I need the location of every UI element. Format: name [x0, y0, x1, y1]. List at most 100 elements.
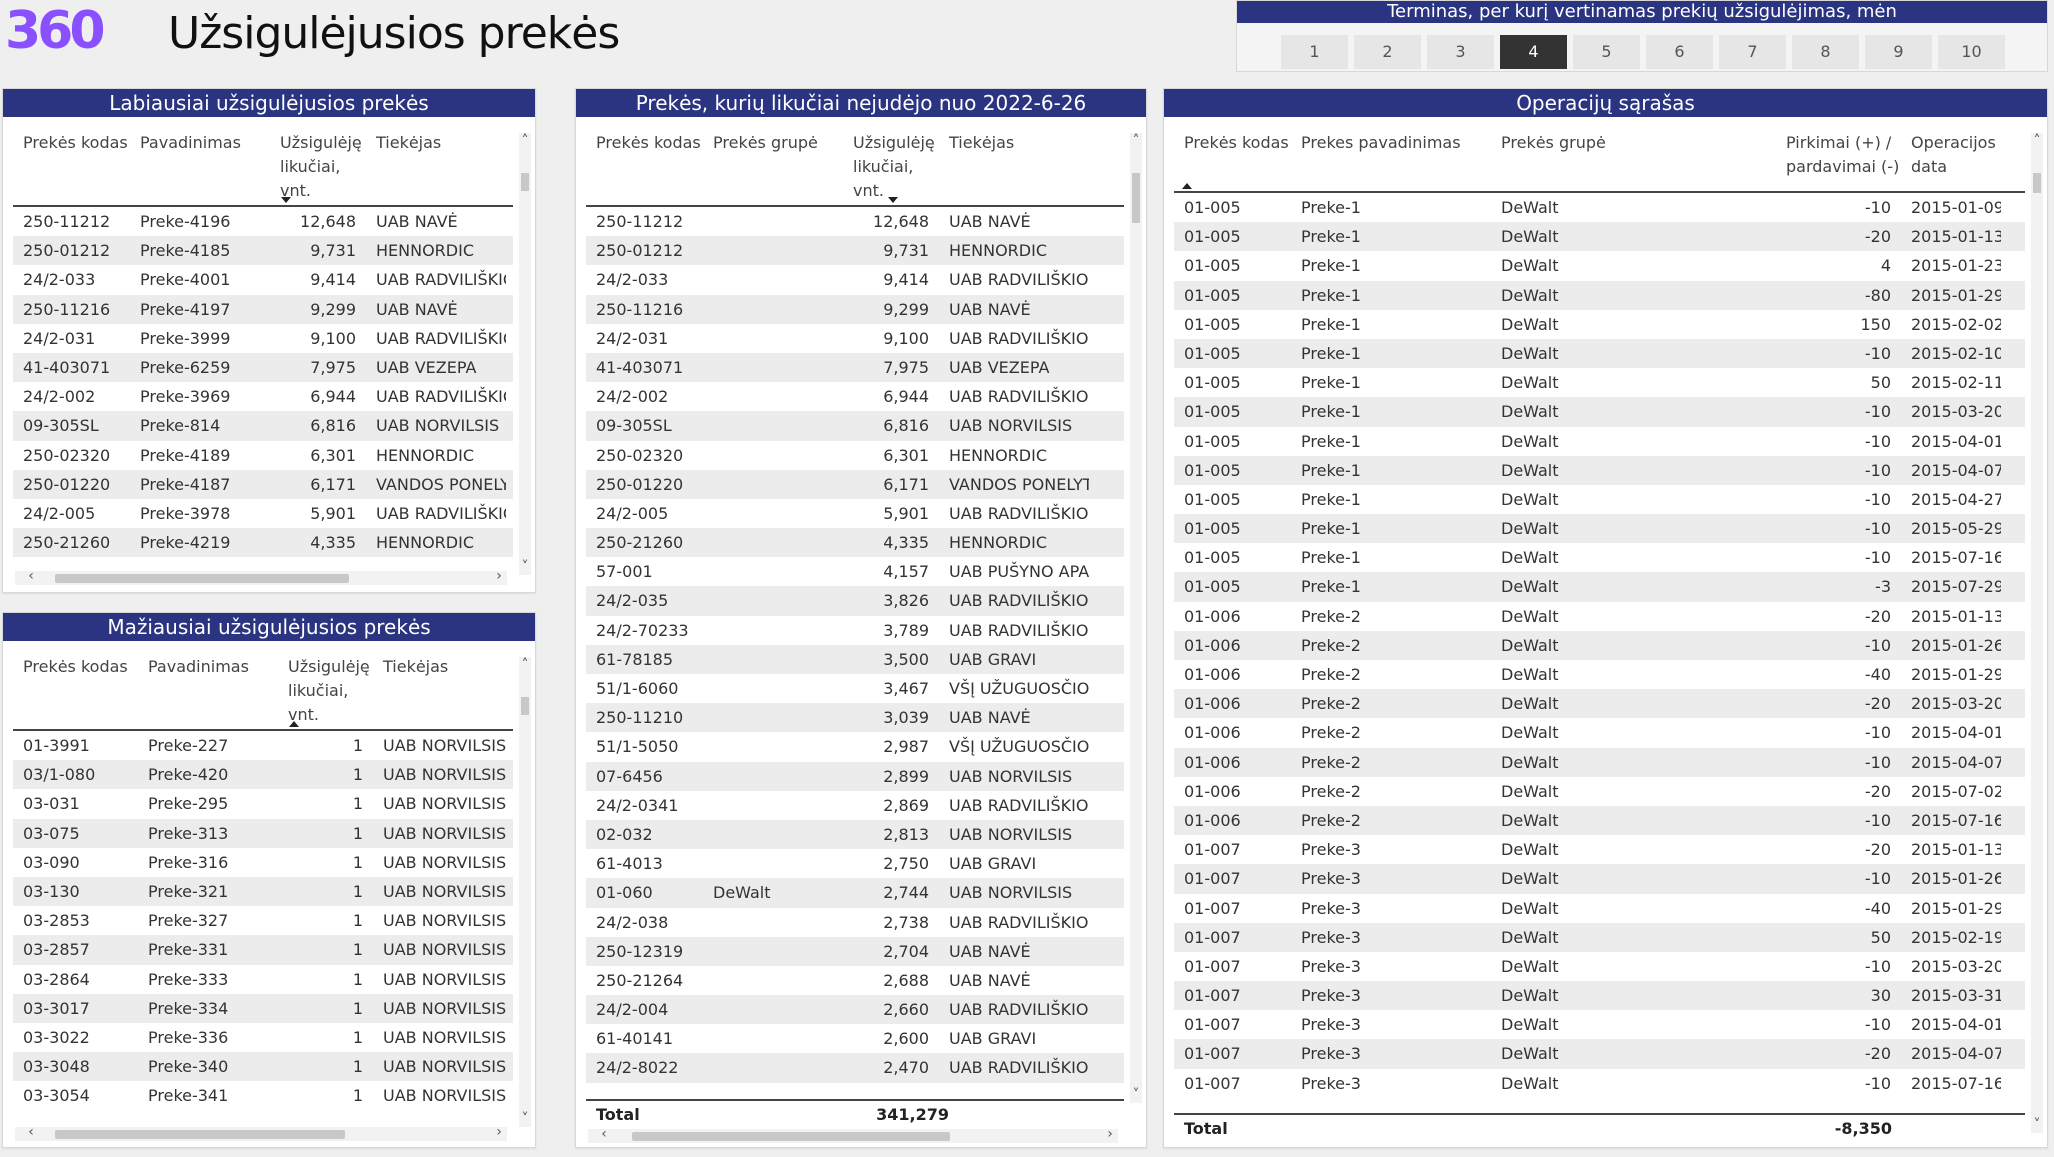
- table-row[interactable]: 03-3048 Preke-340 1 UAB NORVILSIS: [13, 1052, 513, 1082]
- table-row[interactable]: 01-007 Preke-3 DeWalt -10 2015-07-16: [1174, 1069, 2025, 1098]
- table-row[interactable]: 24/2-002 Preke-3969 6,944 UAB RADVILIŠKIO: [13, 382, 513, 411]
- table-row[interactable]: 01-006 Preke-2 DeWalt -20 2015-03-20: [1174, 689, 2025, 719]
- vertical-scrollbar[interactable]: ˄ ˅: [1130, 133, 1142, 1103]
- table-row[interactable]: 24/2-8022 2,470 UAB RADVILIŠKIO A: [586, 1053, 1124, 1083]
- table-row[interactable]: 250-21260 Preke-4219 4,335 HENNORDIC: [13, 528, 513, 558]
- table-row[interactable]: 24/2-005 5,901 UAB RADVILIŠKIO A: [586, 499, 1124, 528]
- table-row[interactable]: 01-007 Preke-3 DeWalt 50 2015-02-19: [1174, 922, 2025, 952]
- scroll-thumb[interactable]: [521, 697, 529, 715]
- table-row[interactable]: 24/2-004 2,660 UAB RADVILIŠKIO A: [586, 995, 1124, 1025]
- scroll-thumb[interactable]: [1132, 173, 1140, 223]
- table-row[interactable]: 09-305SL 6,816 UAB NORVILSIS: [586, 411, 1124, 441]
- col-header-code[interactable]: Prekės kodas: [13, 649, 138, 729]
- table-row[interactable]: 01-005 Preke-1 DeWalt -10 2015-04-27: [1174, 485, 2025, 514]
- col-header-amount[interactable]: Pirkimai (+) / pardavimai (-): [1776, 125, 1901, 191]
- table-row[interactable]: 24/2-0341 2,869 UAB RADVILIŠKIO A: [586, 791, 1124, 820]
- table-row[interactable]: 01-006 Preke-2 DeWalt -20 2015-01-13: [1174, 602, 2025, 631]
- table-row[interactable]: 01-006 Preke-2 DeWalt -10 2015-04-01: [1174, 718, 2025, 747]
- table-row[interactable]: 01-005 Preke-1 DeWalt -10 2015-03-20: [1174, 397, 2025, 427]
- col-header-name[interactable]: Pavadinimas: [138, 649, 278, 729]
- table-row[interactable]: 03-3017 Preke-334 1 UAB NORVILSIS: [13, 993, 513, 1023]
- table-row[interactable]: 01-007 Preke-3 DeWalt -10 2015-03-20: [1174, 952, 2025, 981]
- table-row[interactable]: 24/2-035 3,826 UAB RADVILIŠKIO A: [586, 586, 1124, 616]
- least-stale-table[interactable]: Prekės kodas Pavadinimas Užsigulėję liku…: [13, 649, 513, 1125]
- scroll-thumb[interactable]: [2033, 173, 2041, 193]
- table-row[interactable]: 01-007 Preke-3 DeWalt 30 2015-03-31: [1174, 981, 2025, 1011]
- scroll-down-icon[interactable]: ˅: [2031, 1117, 2043, 1133]
- table-row[interactable]: 01-006 Preke-2 DeWalt -10 2015-07-16: [1174, 805, 2025, 836]
- scroll-up-icon[interactable]: ˄: [2031, 133, 2043, 149]
- table-row[interactable]: 09-305SL Preke-814 6,816 UAB NORVILSIS: [13, 411, 513, 441]
- table-row[interactable]: 03-2857 Preke-331 1 UAB NORVILSIS: [13, 935, 513, 965]
- table-row[interactable]: 61-4013 2,750 UAB GRAVI: [586, 849, 1124, 878]
- table-row[interactable]: 61-78185 3,500 UAB GRAVI: [586, 644, 1124, 674]
- table-row[interactable]: 01-006 Preke-2 DeWalt -20 2015-07-02: [1174, 777, 2025, 806]
- vertical-scrollbar[interactable]: ˄ ˅: [519, 133, 531, 575]
- scroll-down-icon[interactable]: ˅: [519, 1111, 531, 1127]
- table-row[interactable]: 03-2853 Preke-327 1 UAB NORVILSIS: [13, 906, 513, 935]
- scroll-up-icon[interactable]: ˄: [519, 133, 531, 149]
- table-row[interactable]: 03-090 Preke-316 1 UAB NORVILSIS: [13, 848, 513, 877]
- col-header-group[interactable]: Prekės grupė: [703, 125, 843, 205]
- table-row[interactable]: 03-075 Preke-313 1 UAB NORVILSIS: [13, 818, 513, 848]
- table-row[interactable]: 250-12319 2,704 UAB NAVĖ: [586, 936, 1124, 966]
- table-row[interactable]: 41-403071 Preke-6259 7,975 UAB VEZEPA: [13, 352, 513, 383]
- col-header-group[interactable]: Prekės grupė: [1491, 125, 1776, 191]
- table-row[interactable]: 250-21260 4,335 HENNORDIC: [586, 528, 1124, 558]
- scroll-thumb[interactable]: [521, 173, 529, 191]
- col-header-qty[interactable]: Užsigulėję likučiai, vnt.: [270, 125, 366, 205]
- table-row[interactable]: 01-007 Preke-3 DeWalt -20 2015-04-07: [1174, 1039, 2025, 1069]
- scroll-down-icon[interactable]: ˅: [1130, 1087, 1142, 1103]
- table-row[interactable]: 03-031 Preke-295 1 UAB NORVILSIS: [13, 789, 513, 818]
- table-row[interactable]: 24/2-031 Preke-3999 9,100 UAB RADVILIŠKIO: [13, 324, 513, 353]
- table-row[interactable]: 01-005 Preke-1 DeWalt 50 2015-02-11: [1174, 368, 2025, 397]
- scroll-right-icon[interactable]: ›: [493, 1124, 505, 1140]
- slicer-option-9[interactable]: 9: [1865, 35, 1932, 69]
- table-row[interactable]: 01-007 Preke-3 DeWalt -40 2015-01-29: [1174, 894, 2025, 923]
- table-row[interactable]: 250-11216 Preke-4197 9,299 UAB NAVĖ: [13, 294, 513, 324]
- table-row[interactable]: 01-005 Preke-1 DeWalt -10 2015-05-29: [1174, 514, 2025, 544]
- horizontal-scrollbar[interactable]: ‹ ›: [15, 1124, 507, 1141]
- table-row[interactable]: 01-005 Preke-1 DeWalt -3 2015-07-29: [1174, 572, 2025, 602]
- table-row[interactable]: 01-005 Preke-1 DeWalt -10 2015-01-09: [1174, 193, 2025, 222]
- col-header-name[interactable]: Prekes pavadinimas: [1291, 125, 1491, 191]
- table-row[interactable]: 250-02320 Preke-4189 6,301 HENNORDIC: [13, 441, 513, 470]
- slicer-option-7[interactable]: 7: [1719, 35, 1786, 69]
- col-header-supplier[interactable]: Tiekėjas: [373, 649, 513, 729]
- col-header-code[interactable]: Prekės kodas: [1174, 125, 1291, 191]
- table-row[interactable]: 03-3054 Preke-341 1 UAB NORVILSIS: [13, 1081, 513, 1110]
- table-row[interactable]: 01-060 DeWalt 2,744 UAB NORVILSIS: [586, 878, 1124, 908]
- table-row[interactable]: 07-6456 2,899 UAB NORVILSIS: [586, 761, 1124, 791]
- table-row[interactable]: 01-006 Preke-2 DeWalt -10 2015-04-07: [1174, 747, 2025, 777]
- table-row[interactable]: 01-005 Preke-1 DeWalt -10 2015-04-01: [1174, 427, 2025, 456]
- col-header-supplier[interactable]: Tiekėjas: [366, 125, 506, 205]
- table-row[interactable]: 250-21264 2,688 UAB NAVĖ: [586, 966, 1124, 995]
- col-header-date[interactable]: Operacijos data: [1901, 125, 2001, 191]
- table-row[interactable]: 61-40141 2,600 UAB GRAVI: [586, 1024, 1124, 1053]
- table-row[interactable]: 01-005 Preke-1 DeWalt 150 2015-02-02: [1174, 310, 2025, 339]
- table-row[interactable]: 250-01220 Preke-4187 6,171 VANDOS PONELYT: [13, 469, 513, 499]
- table-row[interactable]: 24/2-002 6,944 UAB RADVILIŠKIO A: [586, 382, 1124, 411]
- table-row[interactable]: 01-006 Preke-2 DeWalt -10 2015-01-26: [1174, 630, 2025, 660]
- table-row[interactable]: 03-2864 Preke-333 1 UAB NORVILSIS: [13, 965, 513, 994]
- table-row[interactable]: 24/2-005 Preke-3978 5,901 UAB RADVILIŠKIO: [13, 499, 513, 528]
- scroll-up-icon[interactable]: ˄: [519, 657, 531, 673]
- slicer-option-4[interactable]: 4: [1500, 35, 1567, 69]
- slicer-option-2[interactable]: 2: [1354, 35, 1421, 69]
- hscroll-thumb[interactable]: [55, 1130, 345, 1139]
- slicer-option-3[interactable]: 3: [1427, 35, 1494, 69]
- table-row[interactable]: 250-01212 9,731 HENNORDIC: [586, 236, 1124, 266]
- scroll-left-icon[interactable]: ‹: [598, 1126, 610, 1142]
- table-row[interactable]: 01-007 Preke-3 DeWalt -10 2015-04-01: [1174, 1010, 2025, 1039]
- hscroll-thumb[interactable]: [632, 1132, 950, 1141]
- table-row[interactable]: 250-01212 Preke-4185 9,731 HENNORDIC: [13, 236, 513, 266]
- table-row[interactable]: 51/1-5050 2,987 VŠĮ UŽUGUOSČIO: [586, 732, 1124, 761]
- horizontal-scrollbar[interactable]: ‹ ›: [588, 1126, 1118, 1143]
- most-stale-table[interactable]: Prekės kodas Pavadinimas Užsigulėję liku…: [13, 125, 513, 571]
- col-header-qty[interactable]: Užsigulėję likučiai, vnt.: [843, 125, 939, 205]
- table-row[interactable]: 51/1-6060 3,467 VŠĮ UŽUGUOSČIO: [586, 674, 1124, 703]
- slicer-option-8[interactable]: 8: [1792, 35, 1859, 69]
- scroll-right-icon[interactable]: ›: [493, 568, 505, 584]
- table-row[interactable]: 24/2-033 Preke-4001 9,414 UAB RADVILIŠKIO: [13, 265, 513, 294]
- table-row[interactable]: 01-006 Preke-2 DeWalt -40 2015-01-29: [1174, 660, 2025, 689]
